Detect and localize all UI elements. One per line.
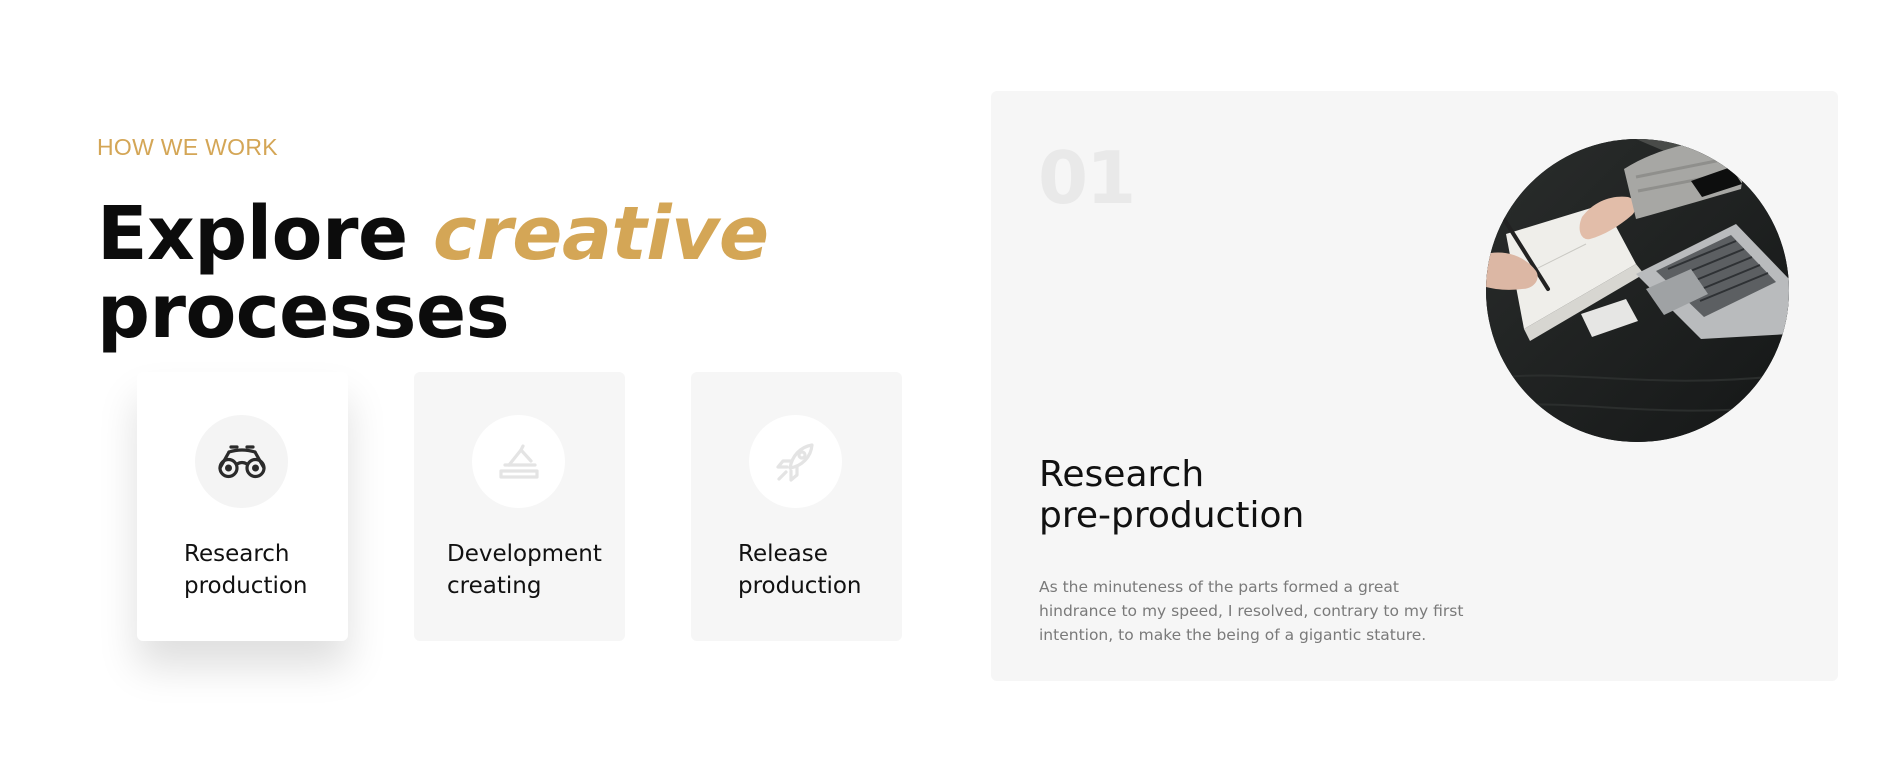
icon-circle (749, 415, 842, 508)
card-label: Release production (738, 541, 862, 599)
detail-title: Research pre-production (1039, 454, 1305, 536)
binoculars-icon (217, 444, 266, 478)
step-number: 01 (1038, 136, 1136, 220)
section-eyebrow: HOW WE WORK (97, 134, 278, 160)
card-label: Research production (184, 541, 308, 599)
headline-part-1: Explore (97, 191, 433, 277)
headline-part-2: processes (97, 269, 510, 355)
icon-circle (472, 415, 565, 508)
section-headline: Explore creative processes (97, 195, 769, 351)
desk-photo-image (1486, 139, 1789, 442)
process-card-research[interactable]: Research production (137, 372, 348, 641)
process-card-release[interactable]: Release production (691, 372, 902, 641)
process-photo (1486, 139, 1789, 442)
pen-tool-icon (498, 443, 539, 479)
rocket-icon (775, 442, 814, 482)
process-card-development[interactable]: Development creating (414, 372, 625, 641)
icon-circle (195, 415, 288, 508)
headline-accent: creative (432, 191, 769, 277)
process-detail-panel: 01 Research pre-production As the minute… (991, 91, 1838, 681)
card-label: Development creating (447, 541, 602, 599)
detail-description: As the minuteness of the parts formed a … (1039, 577, 1464, 644)
